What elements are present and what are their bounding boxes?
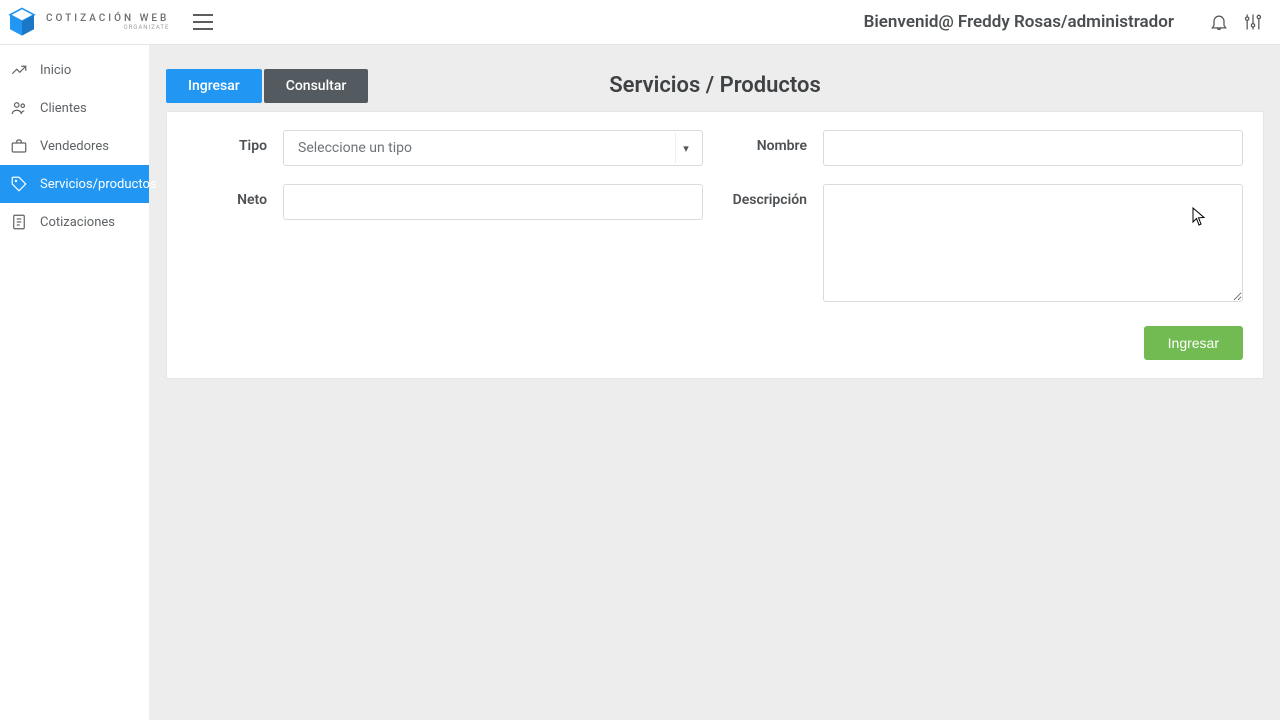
sidebar-item-clientes[interactable]: Clientes	[0, 89, 149, 127]
sidebar-item-cotizaciones[interactable]: Cotizaciones	[0, 203, 149, 241]
document-icon	[10, 213, 28, 231]
form-card: Tipo Seleccione un tipo Neto	[166, 111, 1264, 379]
label-neto: Neto	[187, 184, 283, 208]
select-tipo[interactable]: Seleccione un tipo	[283, 130, 703, 166]
sidebar-item-servicios-productos[interactable]: Servicios/productos	[0, 165, 149, 203]
sidebar-item-label: Clientes	[40, 101, 87, 116]
bell-icon[interactable]	[1208, 11, 1230, 33]
brand-name: COTIZACIÓN WEB	[46, 14, 169, 24]
hamburger-icon[interactable]	[193, 14, 213, 30]
main-content: Servicios / Productos Ingresar Consultar…	[150, 45, 1280, 720]
sidebar-item-label: Inicio	[40, 63, 71, 78]
label-tipo: Tipo	[187, 130, 283, 154]
sidebar-item-label: Vendedores	[40, 139, 109, 154]
briefcase-icon	[10, 137, 28, 155]
form-actions: Ingresar	[187, 326, 1243, 360]
sidebar-item-label: Servicios/productos	[40, 177, 157, 192]
field-neto: Neto	[187, 184, 703, 220]
brand-logo[interactable]: COTIZACIÓN WEB ORGANIZATE	[4, 4, 169, 40]
sidebar-item-label: Cotizaciones	[40, 215, 115, 230]
trending-up-icon	[10, 61, 28, 79]
field-descripcion: Descripción	[727, 184, 1243, 302]
label-descripcion: Descripción	[727, 184, 823, 208]
tag-icon	[10, 175, 28, 193]
brand-text: COTIZACIÓN WEB ORGANIZATE	[46, 14, 169, 31]
people-icon	[10, 99, 28, 117]
input-neto[interactable]	[283, 184, 703, 220]
input-nombre[interactable]	[823, 130, 1243, 166]
tabs: Ingresar Consultar	[166, 69, 1264, 103]
brand-tagline: ORGANIZATE	[46, 25, 169, 31]
topbar: COTIZACIÓN WEB ORGANIZATE Bienvenid@ Fre…	[0, 0, 1280, 45]
sidebar-item-vendedores[interactable]: Vendedores	[0, 127, 149, 165]
tab-ingresar[interactable]: Ingresar	[166, 69, 262, 103]
submit-button[interactable]: Ingresar	[1144, 326, 1243, 360]
cube-logo-icon	[4, 4, 40, 40]
sidebar-item-inicio[interactable]: Inicio	[0, 51, 149, 89]
label-nombre: Nombre	[727, 130, 823, 154]
tab-consultar[interactable]: Consultar	[264, 69, 369, 103]
settings-sliders-icon[interactable]	[1242, 11, 1264, 33]
field-nombre: Nombre	[727, 130, 1243, 166]
field-tipo: Tipo Seleccione un tipo	[187, 130, 703, 166]
sidebar: Inicio Clientes Vendedores Servicios/pro…	[0, 45, 150, 720]
select-tipo-placeholder: Seleccione un tipo	[298, 140, 412, 156]
welcome-text: Bienvenid@ Freddy Rosas/administrador	[864, 12, 1174, 32]
textarea-descripcion[interactable]	[823, 184, 1243, 302]
